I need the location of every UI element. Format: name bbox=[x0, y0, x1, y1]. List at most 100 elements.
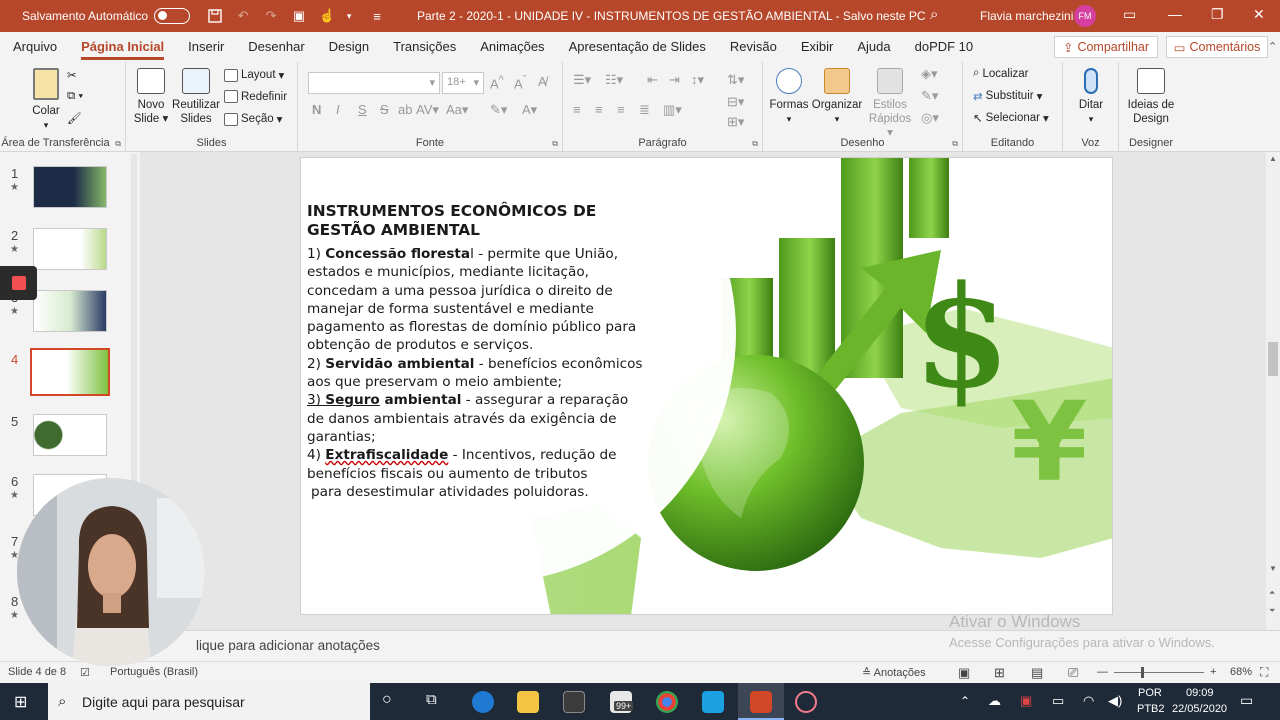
app-tray-icon[interactable]: ▣ bbox=[1020, 693, 1032, 709]
ribbon-display-icon[interactable]: ▭ bbox=[1123, 6, 1136, 23]
battery-icon[interactable]: ▭ bbox=[1052, 693, 1064, 709]
thumbnail-image[interactable] bbox=[33, 166, 107, 208]
maximize-icon[interactable]: ❐ bbox=[1211, 6, 1224, 23]
shadow-icon[interactable]: ab bbox=[398, 102, 412, 117]
underline-button[interactable]: S bbox=[358, 102, 367, 117]
zoom-slider-thumb[interactable] bbox=[1141, 667, 1144, 678]
scroll-up-icon[interactable]: ▲ bbox=[1269, 154, 1277, 163]
normal-view-icon[interactable]: ▣ bbox=[958, 665, 970, 681]
thumbnail-image[interactable] bbox=[33, 414, 107, 456]
tab-desenhar[interactable]: Desenhar bbox=[236, 32, 316, 62]
paste-button[interactable]: Colar ▾ bbox=[26, 68, 66, 132]
cortana-icon[interactable]: ○ bbox=[382, 691, 392, 709]
slide-text-box[interactable]: INSTRUMENTOS ECONÔMICOS DE GESTÃO AMBIEN… bbox=[307, 202, 647, 501]
file-explorer-icon[interactable] bbox=[517, 691, 539, 713]
dictate-button[interactable]: Ditar ▾ bbox=[1071, 68, 1111, 126]
chevron-up-icon[interactable]: ⌃ bbox=[960, 694, 970, 708]
change-case-icon[interactable]: Aa▾ bbox=[446, 102, 468, 118]
arrange-button[interactable]: Organizar ▾ bbox=[811, 68, 863, 126]
zoom-level[interactable]: 68% bbox=[1230, 666, 1252, 678]
font-color-icon[interactable]: A▾ bbox=[522, 102, 537, 118]
redo-icon[interactable]: ↷ bbox=[260, 5, 282, 27]
reset-button[interactable]: Redefinir bbox=[224, 90, 287, 103]
avatar[interactable]: FM bbox=[1074, 5, 1096, 27]
tab-pagina-inicial[interactable]: Página Inicial bbox=[69, 32, 176, 62]
reuse-slides-button[interactable]: Reutilizar Slides bbox=[172, 68, 220, 126]
align-text-icon[interactable]: ⊟▾ bbox=[727, 94, 744, 110]
increase-indent-icon[interactable]: ⇥ bbox=[669, 72, 680, 88]
scrollbar-thumb[interactable] bbox=[1268, 342, 1278, 376]
cut-icon[interactable]: ✂ bbox=[67, 68, 77, 82]
tab-ajuda[interactable]: Ajuda bbox=[845, 32, 902, 62]
char-spacing-icon[interactable]: AV▾ bbox=[416, 102, 439, 118]
smartart-icon[interactable]: ⊞▾ bbox=[727, 114, 744, 130]
italic-button[interactable]: I bbox=[336, 102, 340, 117]
tab-inserir[interactable]: Inserir bbox=[176, 32, 236, 62]
thumbnail-image[interactable] bbox=[33, 228, 107, 270]
autosave-toggle[interactable] bbox=[154, 8, 191, 24]
slide-canvas[interactable]: $ ¥ INSTRUMENTOS ECONÔMICOS DE GESTÃO AM… bbox=[300, 157, 1113, 615]
layout-button[interactable]: Layout ▾ bbox=[224, 68, 284, 82]
record-button[interactable] bbox=[0, 266, 37, 300]
wifi-icon[interactable]: ◠ bbox=[1083, 693, 1094, 709]
thumbnail-image[interactable] bbox=[33, 290, 107, 332]
windows-start-icon[interactable]: ⊞ bbox=[14, 692, 27, 712]
tab-transicoes[interactable]: Transições bbox=[381, 32, 468, 62]
select-button[interactable]: ↖ Selecionar ▾ bbox=[973, 111, 1049, 125]
share-button[interactable]: ⇪ Compartilhar bbox=[1054, 36, 1158, 58]
vertical-scrollbar[interactable]: ▲ ▼ ⏶ ⏷ bbox=[1266, 152, 1280, 630]
font-name-box[interactable]: ▾ bbox=[308, 72, 440, 94]
spellcheck-icon[interactable]: ☑ bbox=[80, 666, 90, 679]
grow-font-icon[interactable]: A^ bbox=[490, 74, 504, 91]
task-view-icon[interactable]: ⧉ bbox=[426, 691, 437, 708]
clock-time[interactable]: 09:09 bbox=[1186, 687, 1214, 699]
chevron-down-icon[interactable]: ▾ bbox=[338, 5, 360, 27]
font-size-box[interactable]: 18+ ▾ bbox=[442, 72, 484, 94]
notifications-icon[interactable]: ▭ bbox=[1240, 692, 1253, 709]
tab-exibir[interactable]: Exibir bbox=[789, 32, 846, 62]
notes-placeholder[interactable]: lique para adicionar anotações bbox=[196, 638, 380, 653]
format-painter-icon[interactable]: 🖌 bbox=[67, 111, 82, 125]
edge-icon[interactable] bbox=[472, 691, 494, 713]
volume-icon[interactable]: ◀) bbox=[1108, 693, 1122, 709]
shapes-button[interactable]: Formas ▾ bbox=[769, 68, 809, 126]
align-left-icon[interactable]: ≡ bbox=[573, 102, 581, 117]
strikethrough-button[interactable]: S bbox=[380, 102, 389, 117]
previous-slide-icon[interactable]: ⏶ bbox=[1269, 588, 1275, 598]
align-center-icon[interactable]: ≡ bbox=[595, 102, 603, 117]
zoom-slider[interactable] bbox=[1114, 672, 1204, 673]
tab-dopdf[interactable]: doPDF 10 bbox=[903, 32, 986, 62]
comments-button[interactable]: ▭ Comentários bbox=[1166, 36, 1268, 58]
powerpoint-taskbar-button[interactable] bbox=[738, 683, 784, 720]
dialog-launcher-icon[interactable]: ⧉ bbox=[952, 139, 958, 149]
zoom-in-icon[interactable]: + bbox=[1210, 666, 1216, 678]
design-ideas-button[interactable]: Ideias de Design bbox=[1123, 68, 1179, 126]
touch-mode-icon[interactable]: ☝ bbox=[316, 5, 338, 27]
find-button[interactable]: ⌕ Localizar bbox=[973, 67, 1028, 80]
shrink-font-icon[interactable]: Aˇ bbox=[514, 74, 526, 91]
undo-icon[interactable]: ↶ bbox=[232, 5, 254, 27]
line-spacing-icon[interactable]: ↕▾ bbox=[691, 72, 704, 88]
cloud-icon[interactable]: ☁ bbox=[988, 693, 1001, 709]
tab-apresentacao[interactable]: Apresentação de Slides bbox=[557, 32, 718, 62]
thumbnail-image-selected[interactable] bbox=[30, 348, 110, 396]
justify-icon[interactable]: ≣ bbox=[639, 102, 650, 118]
taskbar-search-box[interactable]: ⌕ Digite aqui para pesquisar bbox=[48, 683, 370, 720]
app-icon[interactable] bbox=[795, 691, 817, 713]
section-button[interactable]: Seção ▾ bbox=[224, 112, 282, 126]
bullets-icon[interactable]: ☰▾ bbox=[573, 72, 591, 88]
replace-button[interactable]: ⇄ Substituir ▾ bbox=[973, 89, 1042, 103]
shape-fill-icon[interactable]: ◈▾ bbox=[921, 66, 938, 82]
chrome-icon[interactable] bbox=[656, 691, 678, 713]
reading-view-icon[interactable]: ▤ bbox=[1031, 665, 1043, 681]
user-name[interactable]: Flavia marchezini bbox=[980, 9, 1073, 23]
chevron-up-icon[interactable]: ⌃ bbox=[1268, 40, 1277, 53]
scroll-down-icon[interactable]: ▼ bbox=[1269, 564, 1277, 573]
numbering-icon[interactable]: ☷▾ bbox=[605, 72, 623, 88]
shape-effects-icon[interactable]: ◎▾ bbox=[921, 110, 939, 126]
customize-toolbar-icon[interactable]: ≡ bbox=[366, 5, 388, 27]
shape-outline-icon[interactable]: ✎▾ bbox=[921, 88, 938, 104]
slideshow-icon[interactable]: ⎚ bbox=[1068, 665, 1078, 681]
tab-arquivo[interactable]: Arquivo bbox=[1, 32, 69, 62]
align-right-icon[interactable]: ≡ bbox=[617, 102, 625, 117]
